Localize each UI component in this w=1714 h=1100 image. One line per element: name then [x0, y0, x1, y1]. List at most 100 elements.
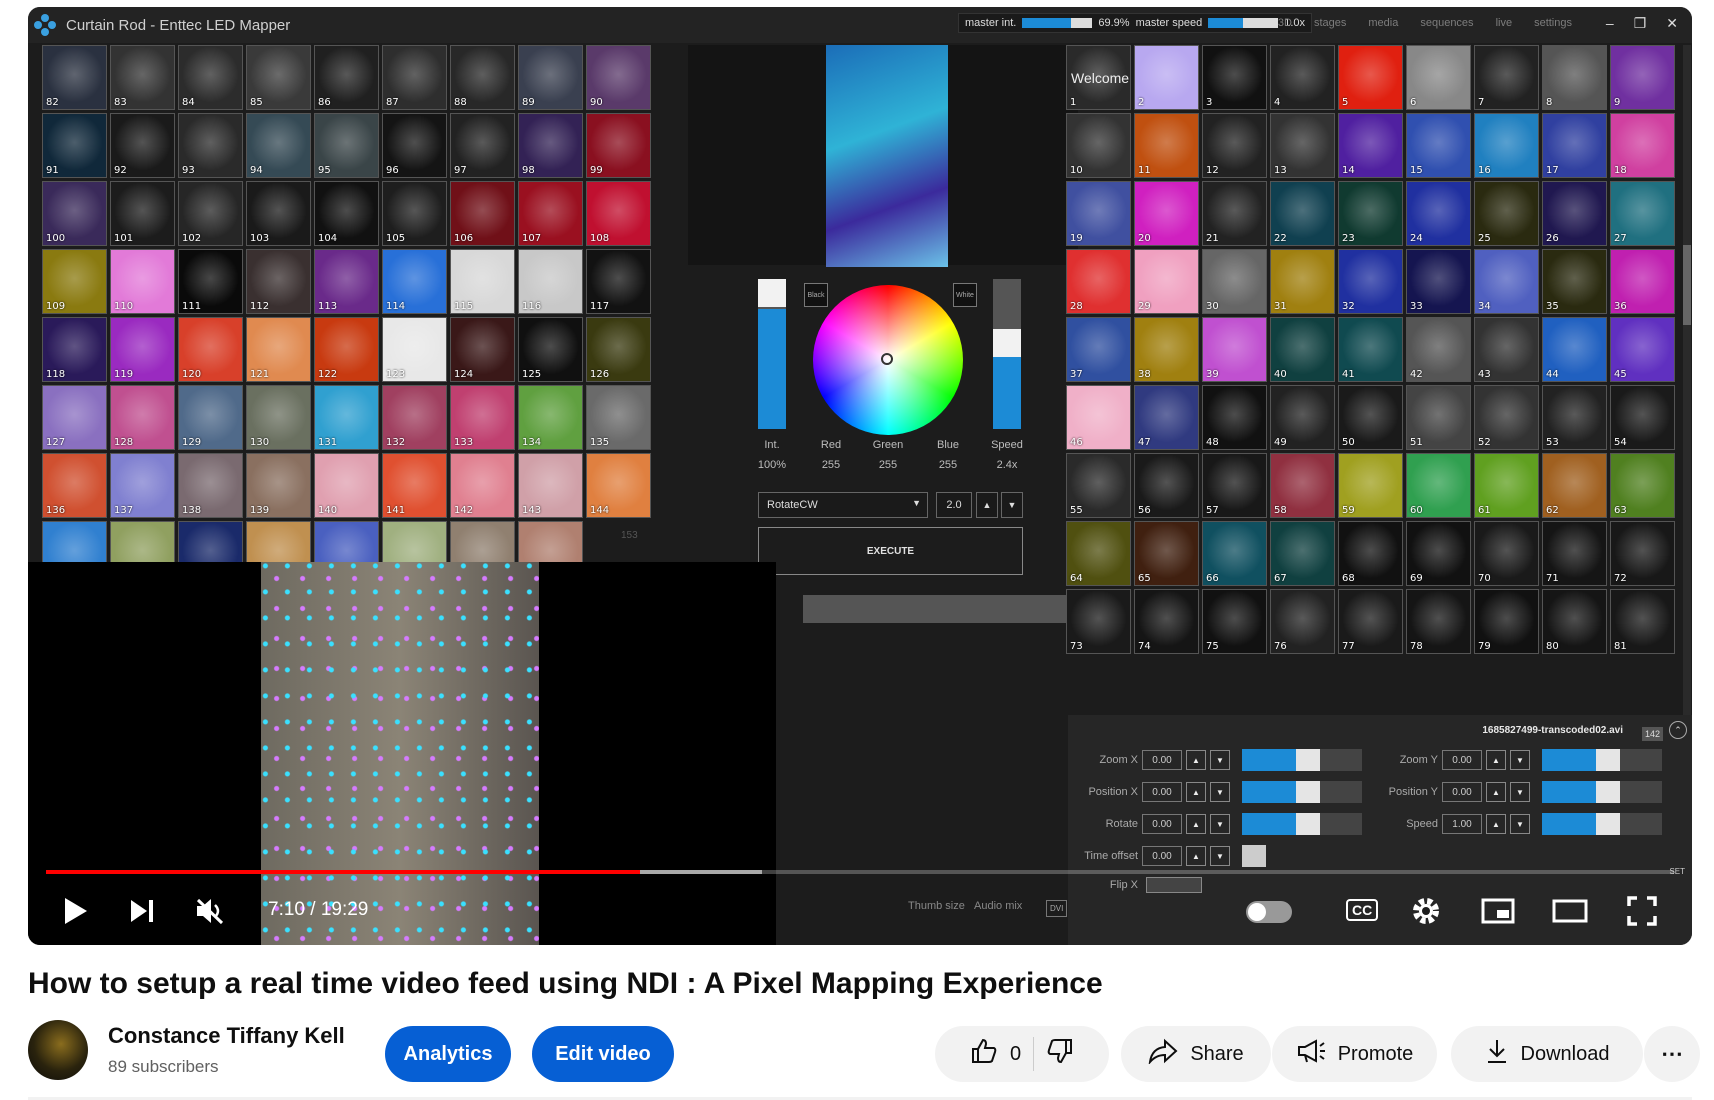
effect-tile[interactable]: 6 [1406, 45, 1471, 110]
effect-tile[interactable]: Welcome 1 [1066, 45, 1131, 110]
transform-value-field[interactable]: 0.00 [1442, 782, 1482, 802]
media-tile[interactable]: 119 [110, 317, 175, 382]
effect-tile[interactable]: 42 [1406, 317, 1471, 382]
next-icon[interactable] [118, 887, 166, 935]
media-tile[interactable]: 90 [586, 45, 651, 110]
effect-tile[interactable]: 81 [1610, 589, 1675, 654]
media-tile[interactable]: 128 [110, 385, 175, 450]
media-tile[interactable]: 86 [314, 45, 379, 110]
media-tile[interactable]: 144 [586, 453, 651, 518]
media-tile[interactable]: 129 [178, 385, 243, 450]
transform-slider[interactable] [1242, 813, 1362, 835]
media-tile[interactable]: 109 [42, 249, 107, 314]
media-tile[interactable]: 115 [450, 249, 515, 314]
analytics-button[interactable]: Analytics [385, 1026, 511, 1082]
effect-tile[interactable]: 46 [1066, 385, 1131, 450]
media-tile[interactable]: 97 [450, 113, 515, 178]
effect-tile[interactable]: 78 [1406, 589, 1471, 654]
collapse-icon[interactable]: ⌃ [1669, 721, 1687, 739]
master-int-slider[interactable] [1022, 18, 1093, 28]
effect-tile[interactable]: 58 [1270, 453, 1335, 518]
increment-button[interactable]: ▲ [976, 492, 998, 518]
media-tile[interactable]: 106 [450, 181, 515, 246]
media-tile[interactable]: 91 [42, 113, 107, 178]
media-tile[interactable]: 87 [382, 45, 447, 110]
media-tile[interactable]: 112 [246, 249, 311, 314]
nav-stages[interactable]: stages [1314, 17, 1346, 29]
media-tile[interactable]: 120 [178, 317, 243, 382]
intensity-slider[interactable] [758, 279, 786, 429]
transform-slider[interactable] [1242, 845, 1266, 867]
media-tile[interactable]: 99 [586, 113, 651, 178]
restore-icon[interactable]: ❐ [1634, 15, 1647, 32]
effect-tile[interactable]: 75 [1202, 589, 1267, 654]
effect-tile[interactable]: 56 [1134, 453, 1199, 518]
increment-button[interactable]: ▲ [1486, 782, 1506, 802]
effect-tile[interactable]: 51 [1406, 385, 1471, 450]
media-tile[interactable]: 118 [42, 317, 107, 382]
effect-tile[interactable]: 13 [1270, 113, 1335, 178]
effect-tile[interactable]: 28 [1066, 249, 1131, 314]
increment-button[interactable]: ▲ [1186, 846, 1206, 866]
transform-value-field[interactable]: 0.00 [1142, 814, 1182, 834]
effect-tile[interactable]: 49 [1270, 385, 1335, 450]
decrement-button[interactable]: ▼ [1001, 492, 1023, 518]
edit-video-button[interactable]: Edit video [532, 1026, 674, 1082]
effect-tile[interactable]: 79 [1474, 589, 1539, 654]
effect-tile[interactable]: 9 [1610, 45, 1675, 110]
effect-tile[interactable]: 50 [1338, 385, 1403, 450]
nav-3d[interactable]: 3D [1278, 17, 1292, 29]
effect-tile[interactable]: 31 [1270, 249, 1335, 314]
execute-button[interactable]: EXECUTE [758, 527, 1023, 575]
effect-tile[interactable]: 61 [1474, 453, 1539, 518]
grid-scrollbar[interactable] [1683, 45, 1691, 715]
media-tile[interactable]: 89 [518, 45, 583, 110]
media-tile[interactable]: 102 [178, 181, 243, 246]
media-tile[interactable]: 142 [450, 453, 515, 518]
media-tile[interactable]: 93 [178, 113, 243, 178]
media-tile[interactable]: 124 [450, 317, 515, 382]
effect-tile[interactable]: 8 [1542, 45, 1607, 110]
effect-tile[interactable]: 69 [1406, 521, 1471, 586]
media-tile[interactable]: 85 [246, 45, 311, 110]
effect-tile[interactable]: 80 [1542, 589, 1607, 654]
effect-tile[interactable]: 72 [1610, 521, 1675, 586]
rotate-mode-select[interactable]: RotateCW ▼ [758, 492, 928, 518]
media-tile[interactable]: 138 [178, 453, 243, 518]
decrement-button[interactable]: ▼ [1210, 846, 1230, 866]
effect-tile[interactable]: 12 [1202, 113, 1267, 178]
progress-bar[interactable] [46, 870, 1674, 874]
transform-slider[interactable] [1542, 781, 1662, 803]
media-tile[interactable]: 135 [586, 385, 651, 450]
media-tile[interactable]: 107 [518, 181, 583, 246]
effect-tile[interactable]: 53 [1542, 385, 1607, 450]
effect-tile[interactable]: 34 [1474, 249, 1539, 314]
media-tile[interactable]: 136 [42, 453, 107, 518]
effect-tile[interactable]: 2 [1134, 45, 1199, 110]
master-speed-slider[interactable] [1208, 18, 1279, 28]
transform-value-field[interactable]: 0.00 [1142, 846, 1182, 866]
effect-tile[interactable]: 3 [1202, 45, 1267, 110]
effect-tile[interactable]: 21 [1202, 181, 1267, 246]
effect-tile[interactable]: 63 [1610, 453, 1675, 518]
avatar[interactable] [28, 1020, 88, 1080]
share-button[interactable]: Share [1121, 1026, 1271, 1082]
effect-tile[interactable]: 65 [1134, 521, 1199, 586]
nav-media[interactable]: media [1368, 17, 1398, 29]
media-tile[interactable]: 105 [382, 181, 447, 246]
media-tile[interactable]: 140 [314, 453, 379, 518]
effect-tile[interactable]: 27 [1610, 181, 1675, 246]
effect-tile[interactable]: 32 [1338, 249, 1403, 314]
media-tile[interactable]: 121 [246, 317, 311, 382]
media-tile[interactable]: 92 [110, 113, 175, 178]
media-tile[interactable]: 125 [518, 317, 583, 382]
decrement-button[interactable]: ▼ [1210, 750, 1230, 770]
play-icon[interactable] [52, 887, 100, 935]
decrement-button[interactable]: ▼ [1510, 782, 1530, 802]
download-button[interactable]: Download [1451, 1026, 1643, 1082]
decrement-button[interactable]: ▼ [1210, 782, 1230, 802]
effect-tile[interactable]: 19 [1066, 181, 1131, 246]
effect-tile[interactable]: 48 [1202, 385, 1267, 450]
media-tile[interactable]: 116 [518, 249, 583, 314]
effect-tile[interactable]: 11 [1134, 113, 1199, 178]
